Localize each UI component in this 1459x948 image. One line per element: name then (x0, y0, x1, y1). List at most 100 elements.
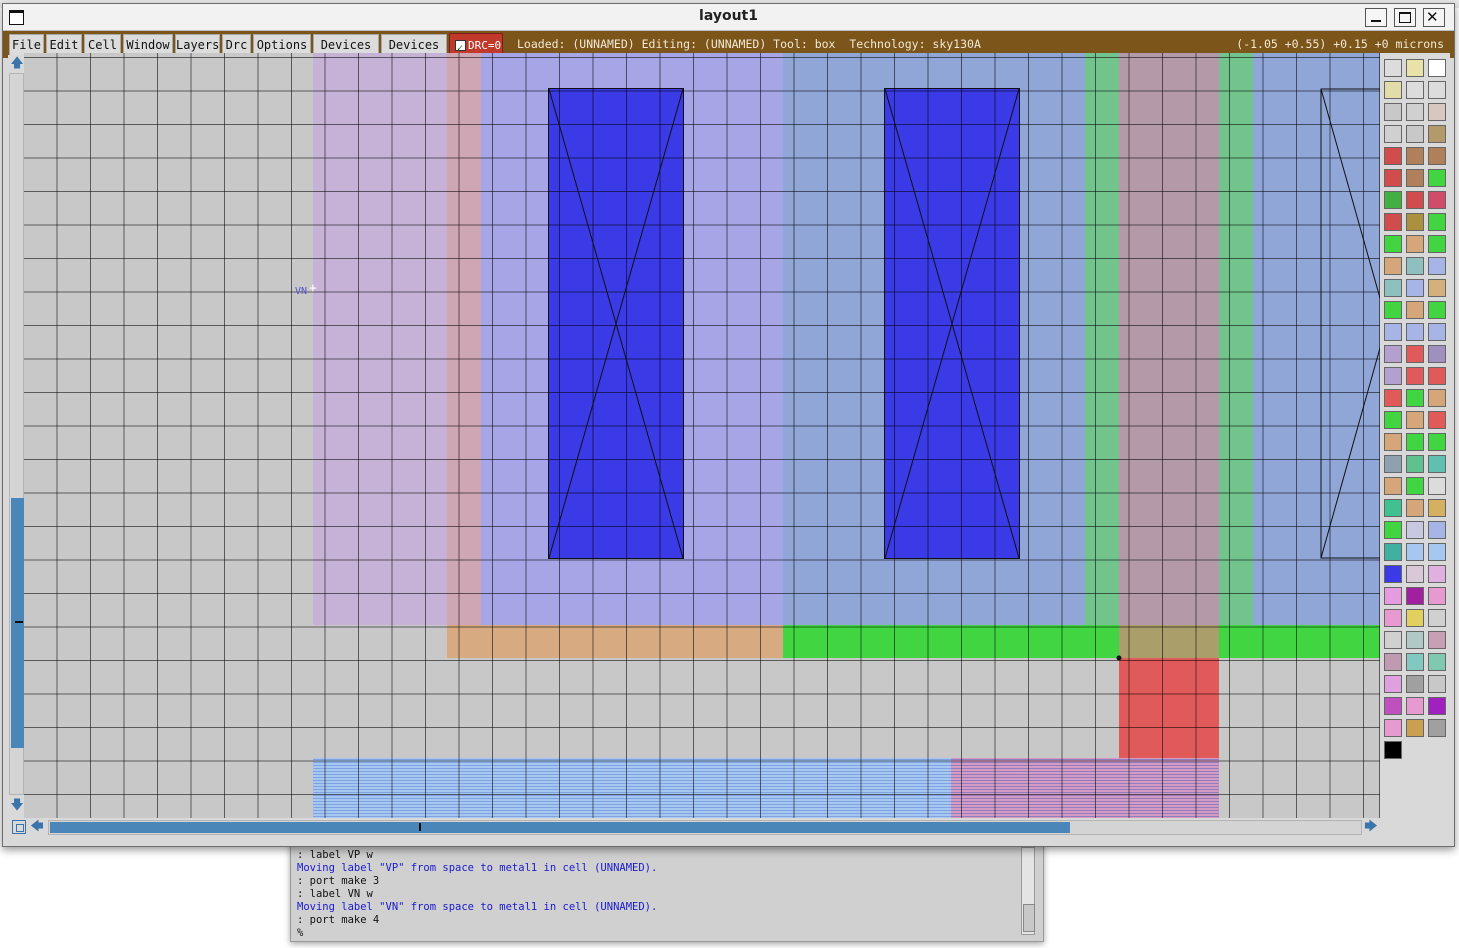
vertical-scrollbar[interactable]: 🡅 🡇 (8, 55, 24, 815)
console-prompt[interactable]: % (297, 927, 1017, 940)
layer-swatch[interactable] (1428, 169, 1446, 187)
layer-swatch[interactable] (1428, 411, 1446, 429)
layer-swatch[interactable] (1384, 499, 1402, 517)
layer-swatch[interactable] (1406, 191, 1424, 209)
layer-swatch[interactable] (1406, 675, 1424, 693)
layer-swatch[interactable] (1406, 653, 1424, 671)
layer-swatch[interactable] (1384, 59, 1402, 77)
layer-swatch[interactable] (1384, 631, 1402, 649)
layer-swatch[interactable] (1428, 345, 1446, 363)
layer-swatch[interactable] (1384, 323, 1402, 341)
layer-swatch[interactable] (1384, 741, 1402, 759)
layer-swatch[interactable] (1406, 213, 1424, 231)
layer-swatch[interactable] (1384, 697, 1402, 715)
layer-swatch[interactable] (1428, 147, 1446, 165)
layer-swatch[interactable] (1406, 147, 1424, 165)
layer-swatch[interactable] (1428, 587, 1446, 605)
layer-swatch[interactable] (1428, 477, 1446, 495)
layer-swatch[interactable] (1428, 59, 1446, 77)
layer-swatch[interactable] (1406, 543, 1424, 561)
layer-swatch[interactable] (1428, 235, 1446, 253)
layer-swatch[interactable] (1406, 323, 1424, 341)
layer-swatch[interactable] (1384, 191, 1402, 209)
layer-swatch[interactable] (1406, 521, 1424, 539)
zoom-box-icon[interactable] (12, 820, 26, 834)
layer-swatch[interactable] (1428, 279, 1446, 297)
layer-swatch[interactable] (1384, 169, 1402, 187)
label-vn[interactable]: VN (295, 286, 307, 297)
layer-swatch[interactable] (1406, 389, 1424, 407)
layer-swatch[interactable] (1406, 697, 1424, 715)
layer-swatch[interactable] (1406, 455, 1424, 473)
layer-swatch[interactable] (1384, 147, 1402, 165)
layer-swatch[interactable] (1406, 279, 1424, 297)
layer-swatch[interactable] (1406, 235, 1424, 253)
layer-swatch[interactable] (1384, 345, 1402, 363)
layer-swatch[interactable] (1428, 367, 1446, 385)
layer-swatch[interactable] (1406, 433, 1424, 451)
layer-swatch[interactable] (1406, 609, 1424, 627)
vertical-scroll-thumb[interactable] (11, 498, 24, 748)
layer-swatch[interactable] (1428, 653, 1446, 671)
layer-swatch[interactable] (1384, 367, 1402, 385)
layer-swatch[interactable] (1406, 257, 1424, 275)
layer-swatch[interactable] (1428, 81, 1446, 99)
layer-swatch[interactable] (1384, 653, 1402, 671)
title-bar[interactable]: layout1 ✕ (3, 4, 1454, 31)
layer-swatch[interactable] (1384, 301, 1402, 319)
layer-swatch[interactable] (1384, 521, 1402, 539)
layer-swatch[interactable] (1428, 499, 1446, 517)
layer-swatch[interactable] (1428, 543, 1446, 561)
horizontal-scroll-thumb[interactable] (50, 822, 1070, 833)
layer-swatch[interactable] (1428, 323, 1446, 341)
layer-swatch[interactable] (1384, 675, 1402, 693)
layer-swatch[interactable] (1428, 213, 1446, 231)
layer-swatch[interactable] (1428, 191, 1446, 209)
layer-swatch[interactable] (1406, 587, 1424, 605)
layer-swatch[interactable] (1384, 455, 1402, 473)
layer-swatch[interactable] (1406, 367, 1424, 385)
layer-swatch[interactable] (1428, 301, 1446, 319)
layer-swatch[interactable] (1406, 499, 1424, 517)
layer-swatch[interactable] (1428, 631, 1446, 649)
layer-swatch[interactable] (1428, 389, 1446, 407)
console-window[interactable]: : label VP w Moving label "VP" from spac… (290, 840, 1044, 942)
console-scrollbar[interactable] (1021, 847, 1035, 935)
layer-swatch[interactable] (1384, 81, 1402, 99)
close-button[interactable]: ✕ (1423, 8, 1445, 27)
layer-swatch[interactable] (1384, 125, 1402, 143)
layer-swatch[interactable] (1384, 389, 1402, 407)
layer-swatch[interactable] (1406, 477, 1424, 495)
layer-swatch[interactable] (1428, 697, 1446, 715)
layer-swatch[interactable] (1406, 103, 1424, 121)
layer-swatch[interactable] (1384, 411, 1402, 429)
scroll-up-arrow-icon[interactable]: 🡅 (10, 57, 24, 71)
layer-swatch[interactable] (1406, 81, 1424, 99)
scroll-right-arrow-icon[interactable]: 🡆 (1364, 820, 1378, 834)
layer-swatch[interactable] (1384, 433, 1402, 451)
layer-swatch[interactable] (1384, 543, 1402, 561)
layer-swatch[interactable] (1384, 719, 1402, 737)
layer-swatch[interactable] (1406, 301, 1424, 319)
vertical-scroll-track[interactable] (9, 73, 24, 795)
layer-swatch[interactable] (1384, 477, 1402, 495)
layer-swatch[interactable] (1384, 213, 1402, 231)
minimize-button[interactable] (1365, 8, 1387, 27)
console-scroll-thumb[interactable] (1023, 904, 1035, 932)
layer-swatch[interactable] (1428, 455, 1446, 473)
horizontal-scroll-track[interactable] (48, 820, 1362, 835)
layer-swatch[interactable] (1428, 565, 1446, 583)
layer-swatch[interactable] (1428, 521, 1446, 539)
layer-swatch[interactable] (1428, 125, 1446, 143)
layer-swatch[interactable] (1428, 257, 1446, 275)
layer-swatch[interactable] (1406, 169, 1424, 187)
layer-swatch[interactable] (1384, 565, 1402, 583)
layer-swatch[interactable] (1406, 125, 1424, 143)
layer-swatch[interactable] (1384, 235, 1402, 253)
layer-swatch[interactable] (1406, 411, 1424, 429)
layer-swatch[interactable] (1384, 587, 1402, 605)
layer-swatch[interactable] (1384, 257, 1402, 275)
maximize-button[interactable] (1394, 8, 1416, 27)
layer-swatch[interactable] (1428, 609, 1446, 627)
horizontal-scrollbar[interactable]: 🡄 🡆 (8, 818, 1380, 836)
